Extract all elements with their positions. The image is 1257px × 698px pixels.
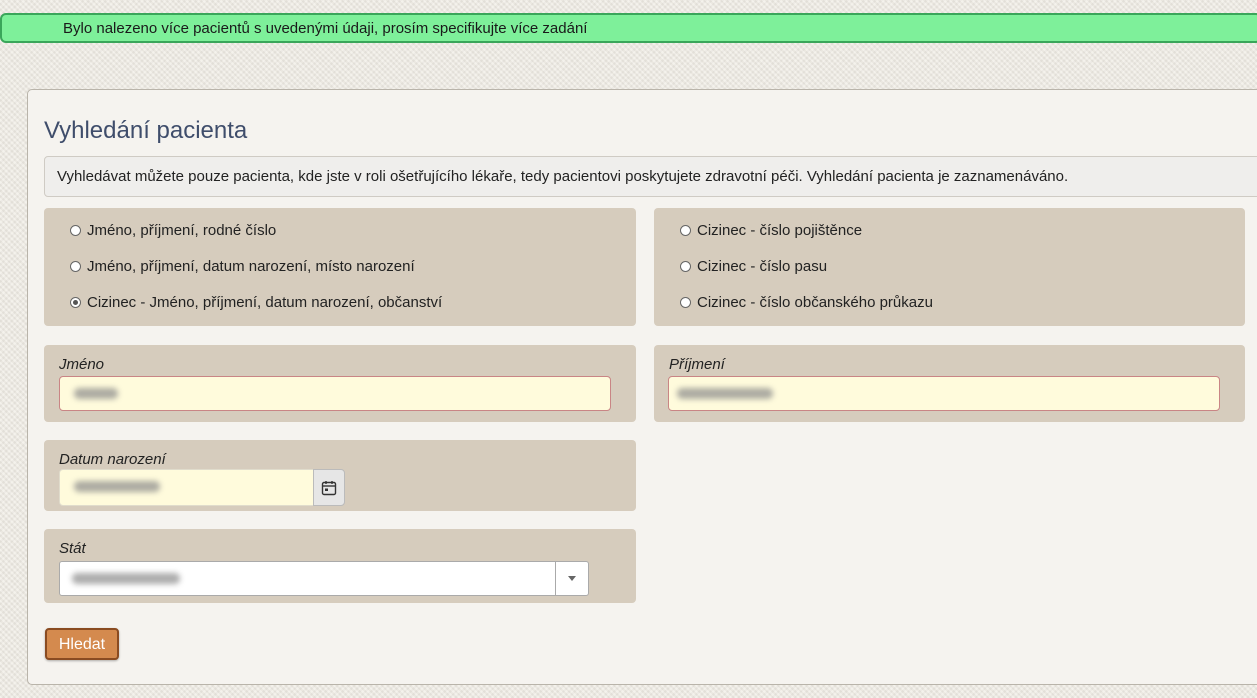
radio-option-foreigner-insurance-number[interactable]: Cizinec - číslo pojištěnce bbox=[680, 222, 862, 239]
status-alert: Bylo nalezeno více pacientů s uvedenými … bbox=[0, 13, 1257, 43]
first-name-label: Jméno bbox=[59, 356, 105, 373]
search-type-group-left: Jméno, příjmení, rodné číslo Jméno, příj… bbox=[44, 208, 636, 326]
last-name-group: Příjmení bbox=[654, 345, 1245, 422]
select-toggle[interactable] bbox=[555, 562, 588, 595]
country-label: Stát bbox=[59, 540, 86, 557]
chevron-down-icon bbox=[568, 576, 576, 581]
radio-button[interactable] bbox=[70, 261, 81, 272]
radio-label: Cizinec - číslo pasu bbox=[697, 258, 828, 275]
radio-label: Cizinec - číslo pojištěnce bbox=[697, 222, 863, 239]
date-picker-button[interactable] bbox=[313, 469, 345, 506]
radio-button-selected[interactable] bbox=[70, 297, 81, 308]
search-panel: Vyhledání pacienta Vyhledávat můžete pou… bbox=[27, 89, 1257, 685]
birth-date-group: Datum narození bbox=[44, 440, 636, 511]
redacted-value bbox=[72, 573, 180, 584]
redacted-value bbox=[677, 388, 773, 399]
radio-option-name-birthdate-place[interactable]: Jméno, příjmení, datum narození, místo n… bbox=[70, 258, 415, 275]
radio-option-foreigner-passport[interactable]: Cizinec - číslo pasu bbox=[680, 258, 827, 275]
radio-button[interactable] bbox=[680, 261, 691, 272]
search-button[interactable]: Hledat bbox=[45, 628, 119, 660]
birth-date-label: Datum narození bbox=[59, 451, 166, 468]
last-name-label: Příjmení bbox=[669, 356, 725, 373]
first-name-input[interactable] bbox=[59, 376, 611, 411]
radio-option-name-birthnumber[interactable]: Jméno, příjmení, rodné číslo bbox=[70, 222, 276, 239]
radio-label: Jméno, příjmení, datum narození, místo n… bbox=[87, 258, 415, 275]
radio-button[interactable] bbox=[680, 225, 691, 236]
last-name-input[interactable] bbox=[668, 376, 1220, 411]
radio-button[interactable] bbox=[70, 225, 81, 236]
radio-option-foreigner-name-citizenship[interactable]: Cizinec - Jméno, příjmení, datum narozen… bbox=[70, 294, 442, 311]
radio-label: Cizinec - Jméno, příjmení, datum narozen… bbox=[87, 294, 443, 311]
country-select[interactable] bbox=[59, 561, 589, 596]
redacted-value bbox=[74, 388, 118, 399]
info-box: Vyhledávat můžete pouze pacienta, kde js… bbox=[44, 156, 1257, 197]
first-name-group: Jméno bbox=[44, 345, 636, 422]
radio-option-foreigner-id-card[interactable]: Cizinec - číslo občanského průkazu bbox=[680, 294, 933, 311]
radio-button[interactable] bbox=[680, 297, 691, 308]
search-type-group-right: Cizinec - číslo pojištěnce Cizinec - čís… bbox=[654, 208, 1245, 326]
alert-text: Bylo nalezeno více pacientů s uvedenými … bbox=[63, 20, 588, 37]
radio-label: Cizinec - číslo občanského průkazu bbox=[697, 294, 933, 311]
redacted-value bbox=[74, 481, 160, 492]
country-group: Stát bbox=[44, 529, 636, 603]
page-title: Vyhledání pacienta bbox=[44, 117, 248, 144]
calendar-icon bbox=[321, 480, 337, 495]
radio-label: Jméno, příjmení, rodné číslo bbox=[87, 222, 277, 239]
birth-date-input[interactable] bbox=[59, 469, 315, 506]
